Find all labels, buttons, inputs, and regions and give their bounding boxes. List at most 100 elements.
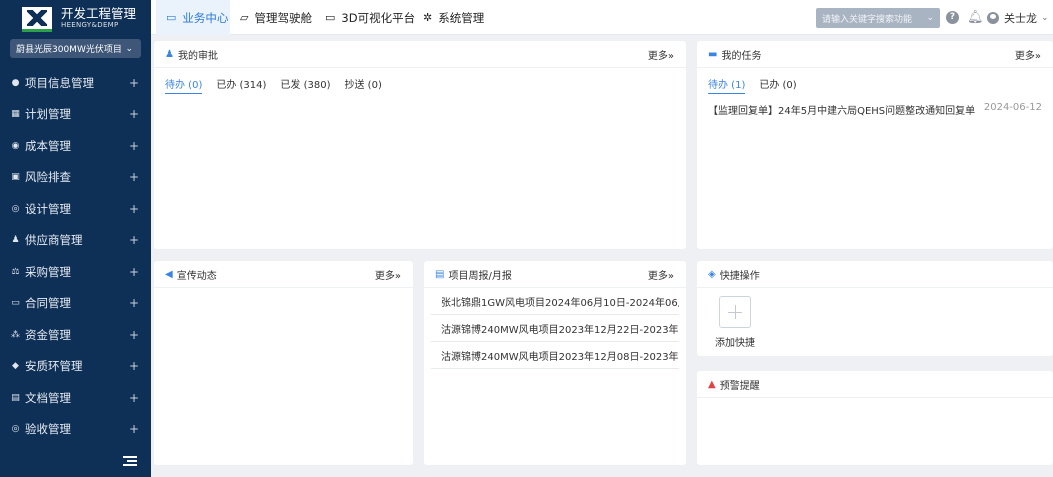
sidebar-item-label: 计划管理: [25, 107, 71, 122]
list-item[interactable]: 张北锦鼎1GW风电项目2024年06月10日-2024年06月16...: [431, 288, 679, 315]
expand-plus-icon: +: [128, 422, 139, 437]
eye-icon: ◎: [11, 203, 20, 214]
list-item[interactable]: 沽源锦博240MW风电项目2023年12月22日-2023年12...: [431, 315, 679, 342]
more-link[interactable]: 更多»: [1015, 47, 1041, 62]
tab-pending[interactable]: 待办 (0): [165, 76, 203, 94]
card-icon: ▭: [11, 298, 20, 309]
chevron-down-icon: ⌄: [926, 13, 934, 23]
tab-system-management[interactable]: ✲ 系统管理: [423, 0, 484, 35]
sidebar-item-project-info[interactable]: ● 项目信息管理 +: [0, 67, 151, 99]
help-icon[interactable]: ?: [946, 11, 959, 24]
sidebar-item-label: 成本管理: [25, 138, 71, 153]
approval-card-header: ♟ 我的审批 更多»: [154, 41, 686, 68]
logo-icon: [22, 6, 52, 32]
sidebar-item-label: 文档管理: [25, 390, 71, 405]
search-placeholder: 请输入关键字搜索功能: [822, 14, 913, 25]
tab-pending[interactable]: 待办 (1): [708, 76, 746, 94]
tab-done[interactable]: 已办 (0): [759, 76, 796, 94]
sidebar-item-acceptance[interactable]: ◎ 验收管理 +: [0, 414, 151, 446]
project-select[interactable]: 蔚县光辰300MW光伏项目 ⌄: [10, 39, 141, 58]
expand-plus-icon: +: [128, 75, 139, 90]
collapse-menu-icon[interactable]: [123, 456, 137, 468]
sidebar-menu: ● 项目信息管理 + ▦ 计划管理 + ◉ 成本管理 + ▣ 风险排查 + ◎ …: [0, 67, 151, 445]
sidebar-item-label: 采购管理: [25, 264, 71, 279]
chevron-down-icon: ⌄: [1041, 13, 1049, 23]
sidebar-item-cost[interactable]: ◉ 成本管理 +: [0, 130, 151, 162]
cubes-icon: ⁂: [11, 329, 20, 340]
search-input[interactable]: 请输入关键字搜索功能 ⌄: [816, 8, 940, 28]
document-icon: ▤: [435, 268, 445, 280]
top-nav: ▭ 业务中心 ▱ 管理驾驶舱 ▭ 3D可视化平台 ✲ 系统管理 请输入关键字搜索…: [151, 0, 1053, 35]
sidebar-item-documents[interactable]: ▤ 文档管理 +: [0, 382, 151, 414]
alerts-card: ▲ 预警提醒: [697, 371, 1053, 465]
sidebar-item-label: 验收管理: [25, 422, 71, 437]
tab-label: 业务中心: [182, 10, 229, 25]
sidebar-item-plan[interactable]: ▦ 计划管理 +: [0, 99, 151, 131]
file-icon: ▤: [11, 392, 20, 403]
speaker-icon: ◀: [165, 268, 173, 280]
card-title: 宣传动态: [176, 270, 217, 282]
coins-icon: ◉: [11, 140, 20, 151]
app-logo[interactable]: 开发工程管理 HEENGY&DEMP: [0, 0, 151, 35]
sidebar-item-safety[interactable]: ◆ 安质环管理 +: [0, 351, 151, 383]
sidebar-item-funds[interactable]: ⁂ 资金管理 +: [0, 319, 151, 351]
quick-actions-header: ◈ 快捷操作: [697, 261, 1053, 288]
bell-icon[interactable]: 🔔︎: [967, 11, 984, 24]
card-title: 我的任务: [721, 50, 762, 62]
sidebar-item-risk[interactable]: ▣ 风险排查 +: [0, 162, 151, 194]
task-date: 2024-06-12: [983, 102, 1042, 113]
expand-plus-icon: +: [128, 390, 139, 405]
app-title: 开发工程管理: [61, 5, 137, 21]
eye-icon: ◎: [11, 424, 20, 435]
sidebar-item-supplier[interactable]: ♟ 供应商管理 +: [0, 225, 151, 257]
tab-cc[interactable]: 抄送 (0): [345, 76, 382, 94]
task-title: 【监理回复单】24年5月中建六局QEHS问题整改通知回复单: [708, 106, 976, 117]
tab-management-cockpit[interactable]: ▱ 管理驾驶舱: [240, 0, 312, 35]
list-item[interactable]: 沽源锦博240MW风电项目2023年12月08日-2023年12...: [431, 342, 679, 369]
sidebar-item-design[interactable]: ◎ 设计管理 +: [0, 193, 151, 225]
drop-icon: ◈: [708, 268, 716, 280]
more-link[interactable]: 更多»: [648, 47, 674, 62]
alarm-icon: ▲: [708, 378, 716, 390]
tab-3d-platform[interactable]: ▭ 3D可视化平台: [325, 0, 415, 35]
user-menu[interactable]: 关士龙 ⌄: [987, 10, 1049, 26]
card-title: 我的审批: [177, 50, 218, 62]
desktop-icon: ▭: [325, 11, 336, 24]
tasks-card-header: ▬ 我的任务 更多»: [697, 41, 1053, 68]
tab-label: 管理驾驶舱: [254, 10, 312, 25]
more-link[interactable]: 更多»: [648, 267, 674, 282]
expand-plus-icon: +: [128, 107, 139, 122]
sidebar-item-label: 合同管理: [25, 296, 71, 311]
monitor-icon: ▭: [166, 11, 177, 24]
sidebar-item-contract[interactable]: ▭ 合同管理 +: [0, 288, 151, 320]
sidebar-item-procurement[interactable]: ⚖ 采购管理 +: [0, 256, 151, 288]
tab-label: 3D可视化平台: [341, 10, 416, 25]
quick-actions-card: ◈ 快捷操作 添加快捷: [697, 261, 1053, 356]
report-list: 张北锦鼎1GW风电项目2024年06月10日-2024年06月16... 沽源锦…: [424, 288, 686, 369]
app-subtitle: HEENGY&DEMP: [61, 20, 119, 29]
sidebar-item-label: 风险排查: [25, 170, 71, 185]
calendar-check-icon: ▣: [11, 172, 20, 183]
tasks-card: ▬ 我的任务 更多» 待办 (1) 已办 (0) 【监理回复单】24年5月中建六…: [697, 41, 1053, 249]
expand-plus-icon: +: [128, 201, 139, 216]
list-item[interactable]: 【监理回复单】24年5月中建六局QEHS问题整改通知回复单 2024-06-12: [697, 94, 1053, 117]
add-shortcut-button[interactable]: 添加快捷: [715, 296, 755, 349]
plus-icon: [719, 296, 751, 328]
project-select-value: 蔚县光辰300MW光伏项目: [16, 45, 122, 55]
approval-tabs: 待办 (0) 已办 (314) 已发 (380) 抄送 (0): [154, 68, 686, 94]
more-link[interactable]: 更多»: [375, 267, 401, 282]
scale-icon: ⚖: [11, 266, 20, 277]
tab-done[interactable]: 已办 (314): [216, 76, 266, 94]
sidebar: 开发工程管理 HEENGY&DEMP 蔚县光辰300MW光伏项目 ⌄ ● 项目信…: [0, 0, 151, 477]
card-title: 项目周报/月报: [448, 270, 512, 282]
news-card-header: ◀ 宣传动态 更多»: [154, 261, 413, 288]
expand-plus-icon: +: [128, 296, 139, 311]
reports-card-header: ▤ 项目周报/月报 更多»: [424, 261, 686, 288]
tasks-tabs: 待办 (1) 已办 (0): [697, 68, 1053, 94]
tab-sent[interactable]: 已发 (380): [280, 76, 330, 94]
card-title: 快捷操作: [719, 270, 760, 282]
alerts-card-header: ▲ 预警提醒: [697, 371, 1053, 398]
tab-business-center[interactable]: ▭ 业务中心: [156, 0, 230, 35]
tab-label: 系统管理: [438, 10, 485, 25]
sidebar-item-label: 项目信息管理: [25, 75, 94, 90]
